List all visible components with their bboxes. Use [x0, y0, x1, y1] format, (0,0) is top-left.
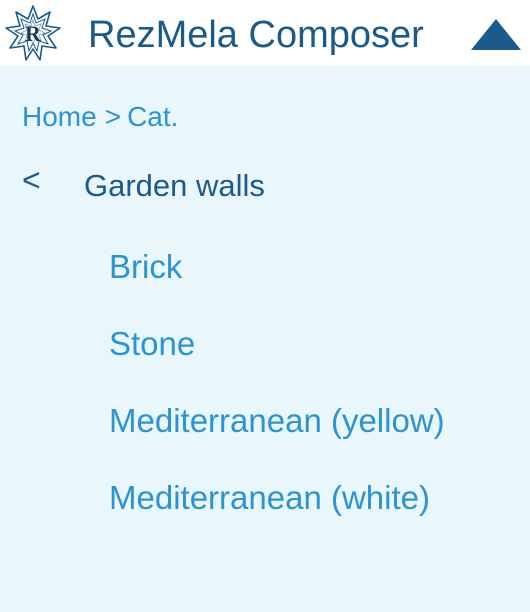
breadcrumb-home-link[interactable]: Home	[22, 101, 97, 132]
triangle-up-icon	[471, 19, 521, 50]
item-list: Brick Stone Mediterranean (yellow) Medit…	[109, 248, 445, 556]
app-header: R RezMela Composer	[0, 0, 530, 66]
collapse-button[interactable]	[468, 16, 524, 54]
category-title: Garden walls	[84, 168, 265, 203]
back-button[interactable]: <	[22, 162, 41, 198]
breadcrumb: Home > Cat.	[22, 100, 178, 134]
breadcrumb-separator: >	[104, 101, 122, 132]
list-item-mediterranean-white[interactable]: Mediterranean (white)	[109, 479, 445, 517]
list-item-mediterranean-yellow[interactable]: Mediterranean (yellow)	[109, 402, 445, 440]
breadcrumb-current-link[interactable]: Cat.	[127, 101, 178, 132]
app-title: RezMela Composer	[88, 14, 424, 56]
star-logo-icon: R	[4, 4, 62, 62]
list-item-brick[interactable]: Brick	[109, 248, 445, 286]
svg-text:R: R	[25, 21, 42, 46]
list-item-stone[interactable]: Stone	[109, 325, 445, 363]
